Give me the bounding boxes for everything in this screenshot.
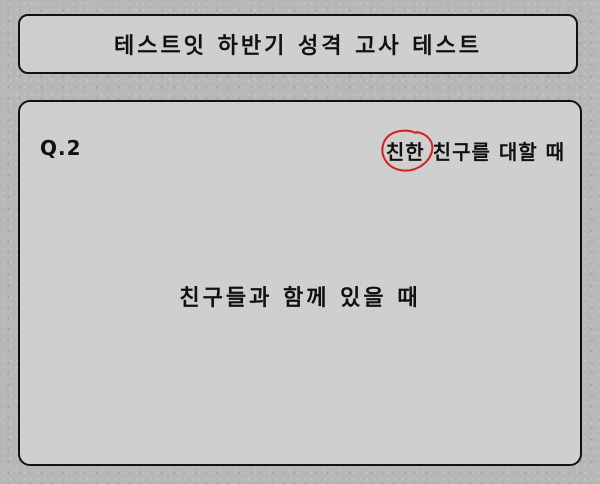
question-heading-rest: 친구를 대할 때 [424, 140, 565, 164]
page-title: 테스트잇 하반기 성격 고사 테스트 [114, 34, 482, 59]
title-banner: 테스트잇 하반기 성격 고사 테스트 [18, 14, 578, 74]
question-text: 친구들과 함께 있을 때 [179, 286, 421, 311]
question-card: Q.2 친한 친구를 대할 때 친구들과 함께 있을 때 [18, 100, 582, 466]
question-heading: 친한 친구를 대할 때 [381, 129, 565, 172]
circled-keyword: 친한 [381, 129, 434, 172]
question-number: Q.2 [40, 136, 82, 160]
circled-keyword-text: 친한 [385, 140, 425, 164]
